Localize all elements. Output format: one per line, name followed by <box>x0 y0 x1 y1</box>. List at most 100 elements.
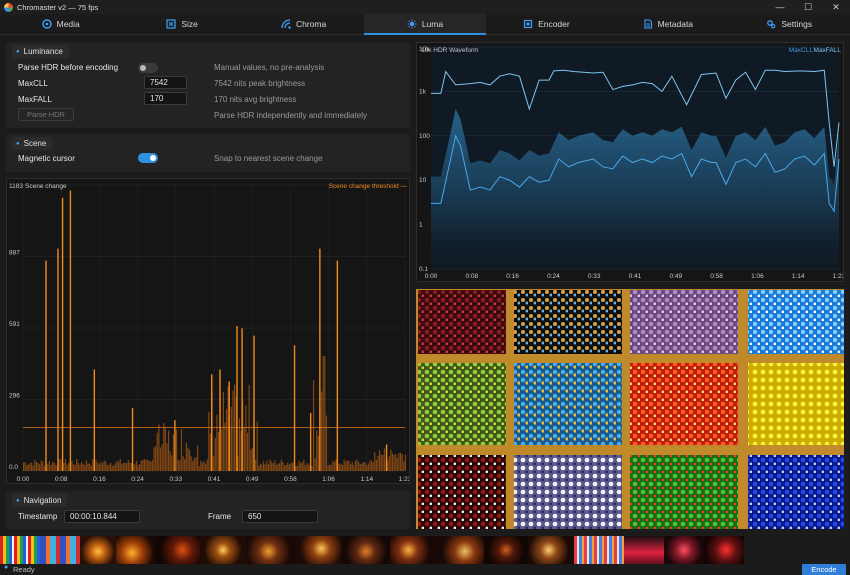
tab-luma[interactable]: Luma <box>364 14 487 35</box>
y-tick-label: 591 <box>9 321 20 328</box>
x-tick-label: 0:41 <box>208 476 221 483</box>
activity-bar <box>85 460 88 471</box>
x-tick-label: 1:14 <box>792 273 805 280</box>
maximize-button[interactable]: ☐ <box>794 0 822 14</box>
magnetic-cursor-toggle[interactable] <box>138 153 158 163</box>
x-tick-label: 0:24 <box>547 273 560 280</box>
activity-bar <box>27 464 30 471</box>
navigation-heading: ● Navigation <box>12 494 68 507</box>
maxcll-input[interactable]: 7542 <box>144 76 187 89</box>
activity-bar <box>42 461 44 471</box>
activity-bar <box>50 465 52 471</box>
hdr-waveform-chart[interactable]: 10k 1k 100 10 1 0.1 0:00 0:08 0:16 0:24 0:33 0:41 0:… <box>416 42 846 282</box>
activity-bar <box>321 391 323 471</box>
navigation-panel: ● Navigation Timestamp 00:00:10.844 Fram… <box>6 491 410 529</box>
activity-bar <box>161 444 163 471</box>
scene-change-spike <box>309 412 312 471</box>
activity-bar <box>24 462 26 471</box>
tab-size[interactable]: Size <box>121 14 242 34</box>
activity-bar <box>72 464 75 471</box>
timestamp-input[interactable]: 00:00:10.844 <box>64 510 140 523</box>
activity-bar <box>156 432 158 471</box>
minimize-button[interactable]: — <box>766 0 794 14</box>
activity-bar <box>101 463 104 471</box>
activity-bar <box>76 459 78 471</box>
activity-bar <box>172 434 175 471</box>
hdr-waveform-plot: 10k1k1001010.10:00 0:08 0:16 0:24 0:33 0:41 0:… <box>419 46 846 280</box>
frame-input[interactable]: 650 <box>242 510 318 523</box>
activity-bar <box>258 465 260 471</box>
parse-hdr-toggle[interactable] <box>138 63 158 73</box>
y-tick-label: 1183 <box>9 183 23 190</box>
activity-bar <box>312 380 315 471</box>
scene-change-spike <box>93 369 96 471</box>
activity-bar <box>158 424 160 471</box>
activity-bar <box>150 461 152 471</box>
x-tick-label: 0:33 <box>588 273 601 280</box>
activity-bar <box>372 462 374 471</box>
activity-bar <box>111 465 113 471</box>
activity-bar <box>263 461 265 471</box>
activity-bar <box>296 465 299 471</box>
timeline-thumbnail-strip[interactable] <box>0 536 850 564</box>
thumbnail <box>116 536 156 564</box>
luminance-heading-label: Luminance <box>23 47 63 56</box>
activity-bar <box>48 461 50 471</box>
maxfall-input[interactable]: 170 <box>144 92 187 105</box>
thumbnail <box>200 536 246 564</box>
scene-change-chart[interactable]: 1183 887 591 296 0.0 0:00 0:08 0:16 0:24 0:33 0:41… <box>6 178 412 484</box>
activity-bar <box>29 462 31 471</box>
activity-bar <box>142 459 144 471</box>
activity-bar <box>113 465 115 471</box>
activity-bar <box>358 461 360 471</box>
thumbnail <box>664 536 704 564</box>
activity-bar <box>40 460 42 471</box>
tab-encoder-label: Encoder <box>538 19 570 29</box>
x-tick-label: 0:58 <box>284 476 297 483</box>
x-tick-label: 0:16 <box>93 476 106 483</box>
tab-media[interactable]: Media <box>0 14 121 34</box>
tab-settings[interactable]: Settings <box>729 14 850 34</box>
scene-change-spike <box>236 325 238 471</box>
status-dot-icon: ● <box>4 564 9 571</box>
tab-encoder[interactable]: Encoder <box>486 14 607 34</box>
activity-bar <box>87 463 89 471</box>
activity-bar <box>164 427 166 471</box>
encode-button[interactable]: Encode <box>802 564 846 575</box>
activity-bar <box>340 463 342 471</box>
activity-bar <box>143 459 146 471</box>
activity-bar <box>216 414 218 471</box>
title-bar: Chromaster v2 — 75 fps — ☐ ✕ <box>0 0 850 14</box>
activity-bar <box>105 461 107 471</box>
y-tick-label: 1 <box>419 222 423 229</box>
activity-bar <box>271 461 273 471</box>
activity-bar <box>37 463 39 471</box>
activity-bar <box>98 464 100 471</box>
video-preview[interactable] <box>416 289 844 529</box>
activity-bar <box>370 460 373 471</box>
activity-bar <box>361 463 363 471</box>
tab-chroma[interactable]: Chroma <box>243 14 364 34</box>
activity-bar <box>401 454 403 471</box>
activity-bar <box>306 463 308 471</box>
parse-hdr-button[interactable]: Parse HDR <box>18 108 74 121</box>
thumbnail <box>574 536 624 564</box>
thumbnail <box>246 536 296 564</box>
activity-bar <box>179 460 181 471</box>
activity-bar <box>151 460 154 471</box>
activity-bar <box>39 464 41 471</box>
activity-bar <box>127 460 129 471</box>
activity-bar <box>351 461 353 471</box>
activity-bar <box>295 465 297 471</box>
activity-bar <box>43 465 46 471</box>
scene-panel: ● Scene Magnetic cursor Snap to nearest … <box>6 134 410 172</box>
y-tick-label: 10 <box>419 177 427 184</box>
x-tick-label: 0:00 <box>17 476 30 483</box>
activity-bar <box>366 465 368 471</box>
activity-bar <box>304 465 307 471</box>
activity-bar <box>184 459 186 471</box>
close-button[interactable]: ✕ <box>822 0 850 14</box>
activity-bar <box>206 459 208 471</box>
tab-metadata[interactable]: Metadata <box>607 14 728 34</box>
y-tick-label: 0.1 <box>419 266 428 273</box>
